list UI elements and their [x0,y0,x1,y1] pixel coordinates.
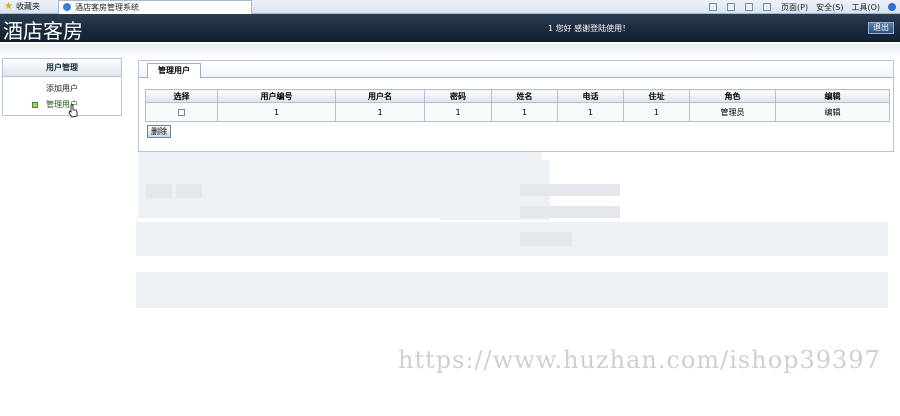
bullet-icon [32,102,38,108]
row-select-checkbox[interactable] [178,108,185,116]
faded-background [520,184,620,196]
star-icon: ★ [4,1,13,12]
sidebar-section-title: 用户管理 [3,59,121,77]
mail-icon[interactable] [745,3,754,11]
sidebar-item-manage-users[interactable]: 管理用户 [3,97,121,113]
tab-strip [139,61,893,78]
sidebar-item-label: 添加用户 [46,84,78,93]
welcome-message: 1 您好 感谢登陆使用！ [548,24,631,33]
column-header: 角色 [689,89,776,103]
browser-logo-icon [63,3,71,11]
faded-background [136,222,888,256]
password-cell: 1 [424,102,492,122]
column-header: 姓名 [491,89,558,103]
edit-link[interactable]: 编辑 [775,102,890,122]
sidebar-item-add-user[interactable]: 添加用户 [3,81,121,97]
faded-background [520,232,572,246]
table-row: 1 1 1 1 1 1 管理员 编辑 [145,102,890,122]
safety-menu[interactable]: 安全(S) [816,2,843,13]
table-header-row: 选择 用户编号 用户名 密码 姓名 电话 住址 角色 编辑 [145,89,890,103]
header-divider [0,44,900,54]
hand-cursor-icon [68,104,78,118]
column-header: 密码 [424,89,492,103]
column-header: 电话 [557,89,624,103]
sidebar: 用户管理 添加用户 管理用户 [2,58,122,116]
browser-tab-title: 酒店客房管理系统 [75,2,139,12]
browser-tab[interactable]: 酒店客房管理系统 [58,0,252,14]
column-header: 用户名 [335,89,425,103]
browser-menu: 页面(P) 安全(S) 工具(O) [709,0,896,14]
column-header: 住址 [623,89,690,103]
faded-background [520,206,620,218]
address-cell: 1 [623,102,690,122]
user-id-cell: 1 [217,102,336,122]
name-cell: 1 [491,102,558,122]
username-cell: 1 [335,102,425,122]
tab-manage-users[interactable]: 管理用户 [147,63,201,79]
manage-users-panel: 管理用户 选择 用户编号 用户名 密码 姓名 电话 住址 角色 编辑 1 1 1… [138,60,894,152]
phone-cell: 1 [557,102,624,122]
app-header: 酒店客房 1 您好 感谢登陆使用！ 退出 [0,14,900,43]
favorites-button[interactable]: ★ 收藏夹 [0,1,56,12]
home-icon[interactable] [709,3,718,11]
app-title: 酒店客房 [3,19,83,43]
column-header: 选择 [145,89,218,103]
delete-button[interactable]: 删除 [147,125,171,138]
logout-button[interactable]: 退出 [868,22,894,34]
role-cell: 管理员 [689,102,776,122]
feed-icon[interactable] [727,3,736,11]
column-header: 用户编号 [217,89,336,103]
faded-background [146,184,172,198]
users-table: 选择 用户编号 用户名 密码 姓名 电话 住址 角色 编辑 1 1 1 1 1 … [145,89,890,122]
faded-background [176,184,202,198]
column-header: 编辑 [775,89,890,103]
tools-menu[interactable]: 工具(O) [851,2,880,13]
browser-toolbar: ★ 收藏夹 酒店客房管理系统 页面(P) 安全(S) 工具(O) [0,0,900,14]
page-menu[interactable]: 页面(P) [781,2,808,13]
watermark: https://www.huzhan.com/ishop39397 [398,346,881,374]
help-icon[interactable] [888,3,896,11]
print-icon[interactable] [763,3,772,11]
select-cell [145,102,218,122]
faded-background [136,272,888,308]
